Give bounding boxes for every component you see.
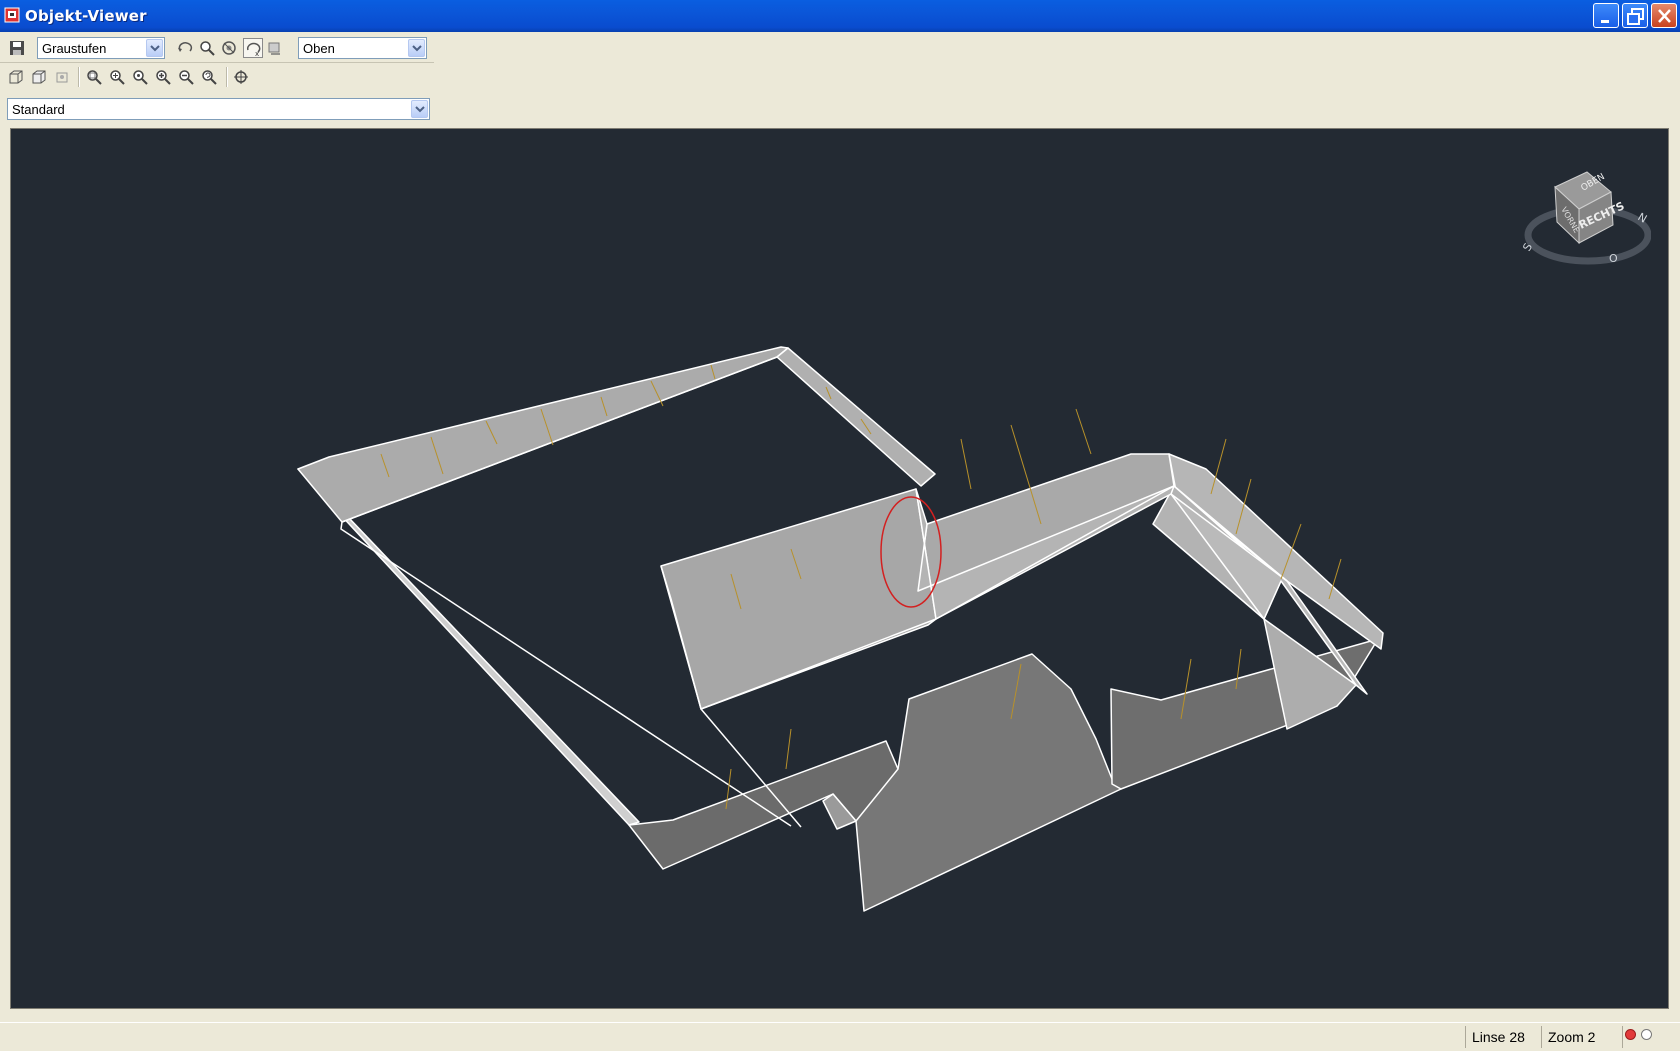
zoom-out-icon	[179, 70, 194, 85]
save-icon	[10, 41, 24, 55]
pan-icon	[200, 41, 215, 56]
zoom-window-icon	[87, 70, 102, 85]
target-button[interactable]	[231, 67, 251, 87]
zoom-window-button[interactable]	[84, 67, 104, 87]
white-light-icon[interactable]	[1641, 1029, 1652, 1040]
chevron-down-icon[interactable]	[146, 39, 163, 57]
restore-button[interactable]	[1622, 3, 1648, 28]
zoom-all-button[interactable]	[130, 67, 150, 87]
compass-east[interactable]: O	[1609, 252, 1618, 265]
chevron-down-icon[interactable]	[411, 100, 428, 118]
free-orbit-button[interactable]: x	[243, 38, 263, 58]
orbit-button[interactable]	[175, 38, 195, 58]
wireframe-button[interactable]	[6, 67, 26, 87]
orbit-icon	[178, 42, 193, 52]
camera-view-icon	[56, 72, 68, 83]
visual-style-value: Graustufen	[42, 41, 107, 56]
svg-text:x: x	[255, 50, 259, 57]
zoom-button[interactable]	[197, 38, 217, 58]
zoom-in-icon	[156, 70, 171, 85]
toolbar-separator	[78, 67, 80, 87]
target-icon	[234, 70, 248, 84]
zoom-extents-icon	[222, 41, 236, 55]
save-button[interactable]	[7, 38, 27, 58]
zoom-previous-icon	[202, 70, 217, 85]
view-direction-value: Oben	[303, 41, 335, 56]
zoom-previous-button[interactable]	[199, 67, 219, 87]
status-bar: Linse 28 Zoom 2	[0, 1022, 1680, 1051]
toolbar-top: Graustufen x Oben	[0, 34, 434, 62]
toolbar-separator	[226, 67, 228, 87]
camera-view-button[interactable]	[52, 67, 72, 87]
shaded-cube-icon	[32, 70, 46, 84]
3d-viewport[interactable]: OBEN RECHTS VORNE N S O	[10, 128, 1669, 1009]
window-title: Objekt-Viewer	[25, 7, 147, 25]
close-icon	[1658, 9, 1671, 23]
shaded-button[interactable]	[29, 67, 49, 87]
status-zoom: Zoom 2	[1541, 1026, 1622, 1048]
camera-icon	[268, 42, 280, 55]
close-button[interactable]	[1651, 3, 1677, 28]
zoom-realtime-button[interactable]	[107, 67, 127, 87]
zoom-in-button[interactable]	[153, 67, 173, 87]
camera-button[interactable]	[265, 38, 285, 58]
viewcube[interactable]: OBEN RECHTS VORNE N S O	[1520, 167, 1652, 277]
restore-icon	[1627, 8, 1644, 25]
zoom-extents-button[interactable]	[219, 38, 239, 58]
zoom-out-button[interactable]	[176, 67, 196, 87]
visual-style-dropdown[interactable]: Graustufen	[37, 37, 165, 59]
toolbar-bottom	[0, 63, 434, 91]
wireframe-cube-icon	[9, 70, 23, 84]
view-direction-dropdown[interactable]: Oben	[298, 37, 427, 59]
status-line: Linse 28	[1465, 1026, 1541, 1048]
red-light-icon[interactable]	[1625, 1029, 1636, 1040]
minimize-button[interactable]	[1593, 3, 1619, 28]
minimize-icon	[1601, 20, 1609, 23]
title-bar[interactable]: Objekt-Viewer	[0, 0, 1680, 32]
named-view-dropdown[interactable]: Standard	[7, 98, 430, 120]
chevron-down-icon[interactable]	[408, 39, 425, 57]
3d-model[interactable]	[11, 129, 1669, 1009]
free-orbit-icon: x	[246, 42, 261, 57]
app-icon	[3, 6, 23, 24]
zoom-all-icon	[133, 70, 148, 85]
named-view-value: Standard	[12, 102, 65, 117]
zoom-realtime-icon	[110, 70, 125, 85]
